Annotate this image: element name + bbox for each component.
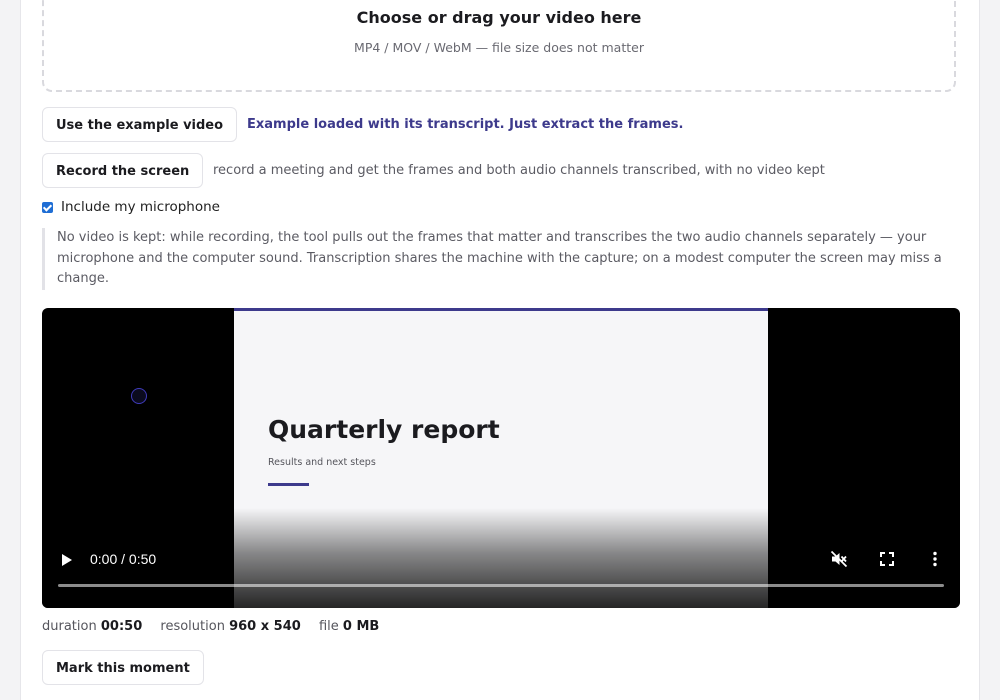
mark-moment-button[interactable]: Mark this moment [42,650,204,685]
video-metadata: duration 00:50 resolution 960 x 540 file… [42,619,393,634]
microphone-label: Include my microphone [61,199,220,215]
duration-label: duration [42,619,97,634]
use-example-video-button[interactable]: Use the example video [42,107,238,142]
slide-title: Quarterly report [268,415,500,444]
slide-subtitle: Results and next steps [268,457,376,468]
controls-gradient [42,508,960,608]
muted-icon[interactable] [830,550,848,568]
more-options-icon[interactable] [926,550,944,568]
slide-accent-rule [268,483,309,486]
file-label: file [318,619,339,634]
fullscreen-icon[interactable] [878,550,896,568]
dropzone-subtitle: MP4 / MOV / WebM — file size does not ma… [354,40,644,55]
dropzone-title: Choose or drag your video here [356,8,642,27]
recording-notice: No video is kept: while recording, the t… [42,228,959,290]
video-dropzone[interactable]: Choose or drag your video here MP4 / MOV… [42,0,956,92]
video-timecode: 0:00 / 0:50 [90,551,157,567]
cursor-marker-icon [131,388,147,404]
record-screen-button[interactable]: Record the screen [42,153,204,188]
video-progress-bar[interactable] [58,584,944,587]
resolution-label: resolution [160,619,225,634]
record-description: record a meeting and get the frames and … [213,163,825,178]
video-player[interactable]: Quarterly report Results and next steps … [42,308,960,608]
duration-value: 00:50 [100,619,143,634]
include-microphone-checkbox[interactable]: Include my microphone [42,198,220,216]
checkbox-checked-icon[interactable] [42,201,53,213]
play-icon[interactable] [62,554,72,566]
file-value: 0 MB [342,619,380,634]
resolution-value: 960 x 540 [229,619,301,634]
main-panel: Choose or drag your video here MP4 / MOV… [20,0,980,700]
example-status: Example loaded with its transcript. Just… [247,117,684,132]
